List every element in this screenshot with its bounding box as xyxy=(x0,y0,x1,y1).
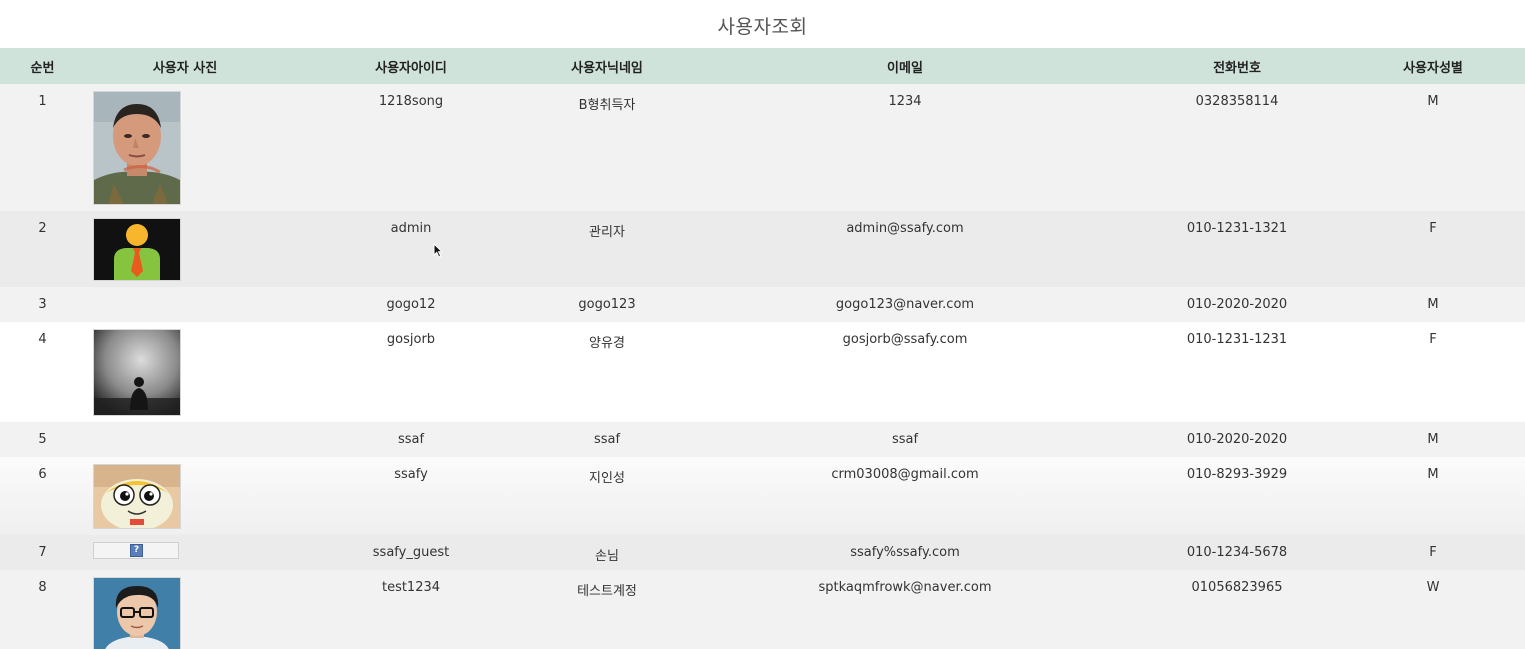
cell-index: 6 xyxy=(0,457,85,535)
cell-email: gosjorb@ssafy.com xyxy=(677,322,1133,422)
table-row[interactable]: 1 1218song B형취득자 1234 0328358114 M xyxy=(0,84,1525,211)
cell-user-id: test1234 xyxy=(285,570,537,649)
cell-index: 4 xyxy=(0,322,85,422)
cell-user-id: gosjorb xyxy=(285,322,537,422)
table-row[interactable]: 3 gogo12 gogo123 gogo123@naver.com 010-2… xyxy=(0,287,1525,322)
cell-index: 3 xyxy=(0,287,85,322)
broken-image-icon: ? xyxy=(130,544,143,557)
cell-index: 2 xyxy=(0,211,85,287)
table-row[interactable]: 7 ? ssafy_guest 손님 ssafy%ssafy.com 010-1… xyxy=(0,535,1525,570)
cell-photo xyxy=(85,322,285,422)
header-gender[interactable]: 사용자성별 xyxy=(1341,48,1525,84)
cell-photo-empty xyxy=(85,287,285,322)
cell-gender: M xyxy=(1341,84,1525,211)
cell-email: ssafy%ssafy.com xyxy=(677,535,1133,570)
cell-nickname: ssaf xyxy=(537,422,677,457)
cell-nickname: 양유경 xyxy=(537,322,677,422)
cell-photo xyxy=(85,570,285,649)
cell-user-id: ssaf xyxy=(285,422,537,457)
cell-email: crm03008@gmail.com xyxy=(677,457,1133,535)
cell-phone: 010-2020-2020 xyxy=(1133,287,1341,322)
header-id[interactable]: 사용자아이디 xyxy=(285,48,537,84)
cell-photo xyxy=(85,211,285,287)
cell-nickname: 지인성 xyxy=(537,457,677,535)
cell-email: admin@ssafy.com xyxy=(677,211,1133,287)
table-row[interactable]: 2 admin 관리자 admin@ssafy.com 010-1231-132… xyxy=(0,211,1525,287)
cell-index: 7 xyxy=(0,535,85,570)
cell-phone: 010-1231-1231 xyxy=(1133,322,1341,422)
cell-photo-empty xyxy=(85,422,285,457)
cell-phone: 01056823965 xyxy=(1133,570,1341,649)
cell-nickname: gogo123 xyxy=(537,287,677,322)
cell-gender: W xyxy=(1341,570,1525,649)
cell-photo xyxy=(85,457,285,535)
table-row[interactable]: 4 gosjorb 양유경 gosjorb@ssafy.com 010-1231… xyxy=(0,322,1525,422)
user-avatar-person-icon[interactable] xyxy=(93,218,181,281)
cell-user-id: admin xyxy=(285,211,537,287)
users-table: 순번 사용자 사진 사용자아이디 사용자닉네임 이메일 전화번호 사용자성별 1 xyxy=(0,48,1525,649)
cell-phone: 010-1234-5678 xyxy=(1133,535,1341,570)
header-index[interactable]: 순번 xyxy=(0,48,85,84)
table-row[interactable]: 8 test1234 테스트계정 sptkaqmfrowk@naver.com … xyxy=(0,570,1525,649)
page-title: 사용자조회 xyxy=(717,16,808,38)
cell-gender: M xyxy=(1341,457,1525,535)
cell-gender: M xyxy=(1341,422,1525,457)
cell-email: 1234 xyxy=(677,84,1133,211)
header-phone[interactable]: 전화번호 xyxy=(1133,48,1341,84)
cell-gender: F xyxy=(1341,211,1525,287)
cell-gender: F xyxy=(1341,322,1525,422)
cell-phone: 010-2020-2020 xyxy=(1133,422,1341,457)
table-row[interactable]: 6 ssafy 지인성 crm03008@gmail.com 010-8293-… xyxy=(0,457,1525,535)
cell-index: 5 xyxy=(0,422,85,457)
cell-phone: 0328358114 xyxy=(1133,84,1341,211)
table-header-row: 순번 사용자 사진 사용자아이디 사용자닉네임 이메일 전화번호 사용자성별 xyxy=(0,48,1525,84)
user-list-page: 사용자조회 순번 사용자 사진 사용자아이디 사용자닉네임 이메일 전화번호 사… xyxy=(0,0,1525,649)
cell-user-id: 1218song xyxy=(285,84,537,211)
cell-photo xyxy=(85,84,285,211)
user-avatar-glasses-portrait[interactable] xyxy=(93,577,181,649)
cell-nickname: 테스트계정 xyxy=(537,570,677,649)
cell-email: ssaf xyxy=(677,422,1133,457)
table-row[interactable]: 5 ssaf ssaf ssaf 010-2020-2020 M xyxy=(0,422,1525,457)
cell-phone: 010-1231-1321 xyxy=(1133,211,1341,287)
header-email[interactable]: 이메일 xyxy=(677,48,1133,84)
broken-image-placeholder[interactable]: ? xyxy=(93,542,179,559)
user-avatar-face[interactable] xyxy=(93,91,181,205)
cell-email: gogo123@naver.com xyxy=(677,287,1133,322)
cell-gender: M xyxy=(1341,287,1525,322)
cell-nickname: B형취득자 xyxy=(537,84,677,211)
header-photo[interactable]: 사용자 사진 xyxy=(85,48,285,84)
header-nickname[interactable]: 사용자닉네임 xyxy=(537,48,677,84)
cell-photo: ? xyxy=(85,535,285,570)
cell-user-id: gogo12 xyxy=(285,287,537,322)
cell-nickname: 관리자 xyxy=(537,211,677,287)
cell-index: 8 xyxy=(0,570,85,649)
cell-gender: F xyxy=(1341,535,1525,570)
cell-phone: 010-8293-3929 xyxy=(1133,457,1341,535)
cell-index: 1 xyxy=(0,84,85,211)
user-avatar-silhouette[interactable] xyxy=(93,329,181,416)
cell-nickname: 손님 xyxy=(537,535,677,570)
cell-email: sptkaqmfrowk@naver.com xyxy=(677,570,1133,649)
cell-user-id: ssafy_guest xyxy=(285,535,537,570)
user-avatar-frog-character[interactable] xyxy=(93,464,181,529)
cell-user-id: ssafy xyxy=(285,457,537,535)
